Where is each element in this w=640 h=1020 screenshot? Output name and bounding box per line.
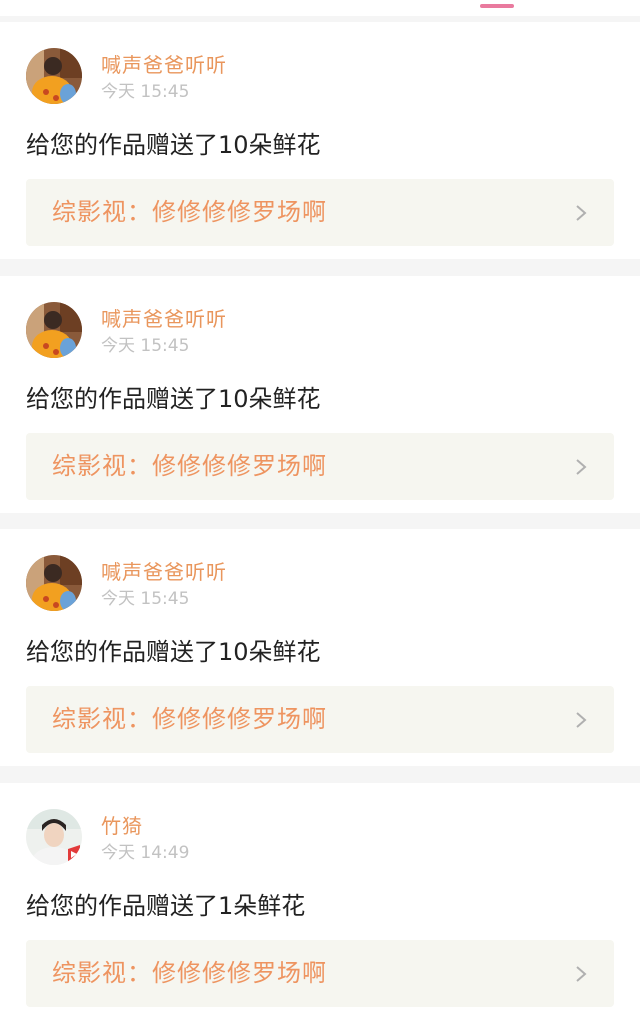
username[interactable]: 喊声爸爸听听 (101, 307, 227, 331)
work-title: 综影视：修修修修罗场啊 (52, 959, 327, 987)
avatar-photo-portrait-icon[interactable] (26, 809, 82, 865)
work-title: 综影视：修修修修罗场啊 (52, 705, 327, 733)
message-text: 给您的作品赠送了10朵鲜花 (26, 385, 321, 413)
username[interactable]: 竹猗 (101, 814, 143, 838)
chevron-right-icon (576, 712, 587, 728)
active-tab-indicator (480, 4, 514, 8)
chevron-right-icon (576, 205, 587, 221)
notification-card: 喊声爸爸听听 今天 15:45 给您的作品赠送了10朵鲜花 综影视：修修修修罗场… (0, 22, 640, 259)
timestamp: 今天 15:45 (101, 336, 190, 356)
avatar-photo-orange-icon[interactable] (26, 555, 82, 611)
notification-card: 喊声爸爸听听 今天 15:45 给您的作品赠送了10朵鲜花 综影视：修修修修罗场… (0, 529, 640, 766)
timestamp: 今天 14:49 (101, 843, 190, 863)
notification-card: 喊声爸爸听听 今天 15:45 给您的作品赠送了10朵鲜花 综影视：修修修修罗场… (0, 276, 640, 513)
work-link-button[interactable]: 综影视：修修修修罗场啊 (26, 940, 614, 1007)
work-link-button[interactable]: 综影视：修修修修罗场啊 (26, 686, 614, 753)
chevron-right-icon (576, 966, 587, 982)
timestamp: 今天 15:45 (101, 82, 190, 102)
timestamp: 今天 15:45 (101, 589, 190, 609)
work-link-button[interactable]: 综影视：修修修修罗场啊 (26, 433, 614, 500)
chevron-right-icon (576, 459, 587, 475)
username[interactable]: 喊声爸爸听听 (101, 53, 227, 77)
message-text: 给您的作品赠送了10朵鲜花 (26, 131, 321, 159)
work-title: 综影视：修修修修罗场啊 (52, 452, 327, 480)
top-tab-bar (0, 0, 640, 16)
message-text: 给您的作品赠送了10朵鲜花 (26, 638, 321, 666)
work-link-button[interactable]: 综影视：修修修修罗场啊 (26, 179, 614, 246)
notification-card: 竹猗 今天 14:49 给您的作品赠送了1朵鲜花 综影视：修修修修罗场啊 (0, 783, 640, 1020)
username[interactable]: 喊声爸爸听听 (101, 560, 227, 584)
message-text: 给您的作品赠送了1朵鲜花 (26, 892, 306, 920)
work-title: 综影视：修修修修罗场啊 (52, 198, 327, 226)
avatar-photo-orange-icon[interactable] (26, 302, 82, 358)
avatar-photo-orange-icon[interactable] (26, 48, 82, 104)
